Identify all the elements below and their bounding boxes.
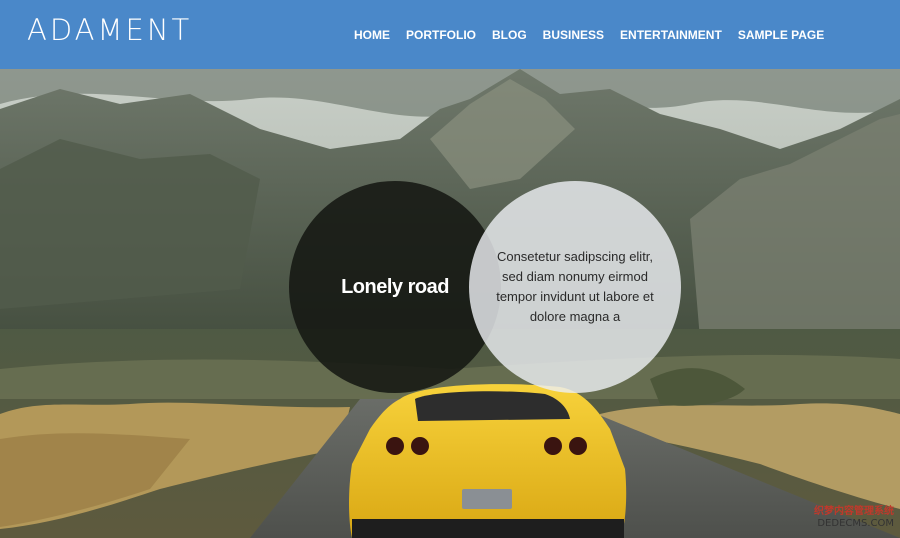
watermark-line2: DEDECMS.COM [817, 518, 894, 529]
watermark-line1: 织梦内容管理系统 [814, 506, 894, 517]
nav-item-business[interactable]: BUSINESS [543, 27, 604, 43]
hero-text-circle: Consetetur sadipscing elitr, sed diam no… [469, 181, 681, 393]
nav-item-home[interactable]: HOME [354, 27, 390, 43]
nav-item-sample-page[interactable]: SAMPLE PAGE [738, 27, 824, 43]
hero-title: Lonely road [341, 275, 449, 298]
nav-item-portfolio[interactable]: PORTFOLIO [406, 27, 476, 43]
car-illustration [349, 384, 627, 538]
main-nav: HOME PORTFOLIO BLOG BUSINESS ENTERTAINME… [354, 27, 840, 43]
hero-banner: Lonely road Consetetur sadipscing elitr,… [0, 69, 900, 538]
site-logo[interactable]: ADAMENT [27, 12, 192, 48]
watermark: 织梦内容管理系统 DEDECMS.COM [814, 506, 894, 530]
nav-item-entertainment[interactable]: ENTERTAINMENT [620, 27, 722, 43]
hero-description: Consetetur sadipscing elitr, sed diam no… [496, 249, 654, 324]
site-header: ADAMENT HOME PORTFOLIO BLOG BUSINESS ENT… [0, 0, 900, 69]
nav-item-blog[interactable]: BLOG [492, 27, 527, 43]
